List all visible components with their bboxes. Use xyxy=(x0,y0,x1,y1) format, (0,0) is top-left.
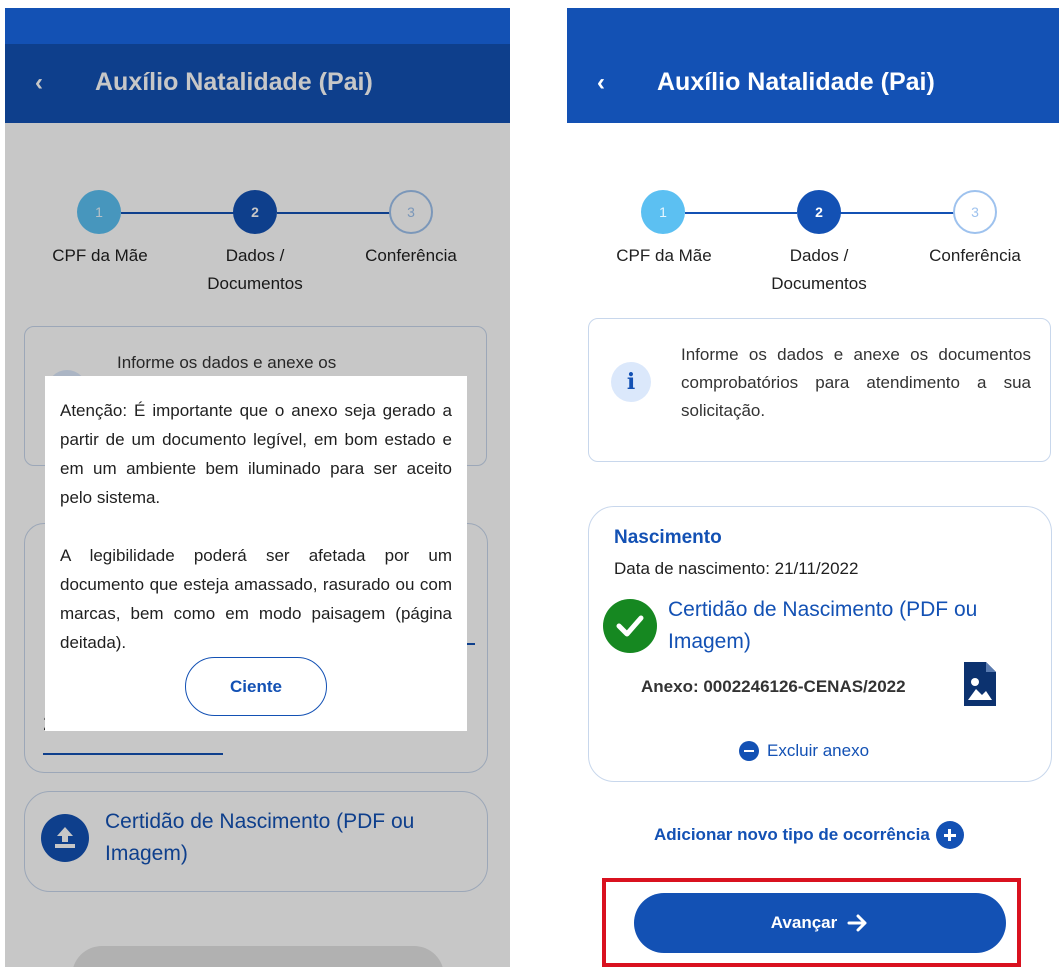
birth-date: Data de nascimento: 21/11/2022 xyxy=(614,559,859,578)
file-image-icon[interactable] xyxy=(962,660,998,708)
add-occurrence-label: Adicionar novo tipo de ocorrência xyxy=(654,825,930,844)
stepper: 1 2 3 CPF da Mãe Dados / Documentos Conf… xyxy=(567,123,1059,313)
delete-attachment-label: Excluir anexo xyxy=(767,741,870,760)
step-1-circle: 1 xyxy=(641,190,685,234)
step-connector xyxy=(685,212,797,214)
delete-attachment-button[interactable]: Excluir anexo xyxy=(739,739,869,763)
plus-circle-icon xyxy=(935,821,964,849)
advance-button[interactable]: Avançar xyxy=(634,893,1006,953)
info-box: i Informe os dados e anexe os documentos… xyxy=(588,318,1051,462)
info-icon: i xyxy=(611,362,651,402)
minus-circle-icon xyxy=(739,741,759,761)
birth-card: Nascimento Data de nascimento: 21/11/202… xyxy=(588,506,1052,782)
attention-modal: Atenção: É importante que o anexo seja g… xyxy=(45,376,467,731)
modal-text: Atenção: É importante que o anexo seja g… xyxy=(60,396,452,657)
status-bar xyxy=(5,8,510,44)
screen-left: ‹ Auxílio Natalidade (Pai) 1 2 3 CPF da … xyxy=(5,8,510,967)
step-3-circle: 3 xyxy=(953,190,997,234)
add-occurrence-button[interactable]: Adicionar novo tipo de ocorrência xyxy=(654,821,964,849)
modal-paragraph-2: A legibilidade poderá ser afetada por um… xyxy=(60,546,452,652)
attachment-label: Anexo: 0002246126-CENAS/2022 xyxy=(641,677,906,696)
advance-label: Avançar xyxy=(770,913,838,932)
step-3-label: Conferência xyxy=(929,246,1021,265)
step-2-circle: 2 xyxy=(797,190,841,234)
step-connector xyxy=(839,212,955,214)
screen-right: ‹ Auxílio Natalidade (Pai) 1 2 3 CPF da … xyxy=(567,8,1059,967)
birth-title: Nascimento xyxy=(614,527,722,548)
content: 1 2 3 CPF da Mãe Dados / Documentos Conf… xyxy=(567,123,1059,967)
app-bar: ‹ Auxílio Natalidade (Pai) xyxy=(567,44,1059,123)
birth-certificate-link[interactable]: Certidão de Nascimento (PDF ou Imagem) xyxy=(668,594,1028,658)
ciente-button[interactable]: Ciente xyxy=(185,657,327,716)
page-title: Auxílio Natalidade (Pai) xyxy=(657,68,935,96)
step-1-label: CPF da Mãe xyxy=(616,246,712,265)
check-circle-icon xyxy=(603,599,657,653)
status-bar xyxy=(567,8,1059,44)
step-2-label: Dados / Documentos xyxy=(771,246,867,293)
back-arrow-icon[interactable]: ‹ xyxy=(589,66,613,100)
arrow-right-icon xyxy=(847,914,867,932)
info-text: Informe os dados e anexe os documentos c… xyxy=(681,345,1031,420)
modal-paragraph-1: Atenção: É importante que o anexo seja g… xyxy=(60,401,452,507)
